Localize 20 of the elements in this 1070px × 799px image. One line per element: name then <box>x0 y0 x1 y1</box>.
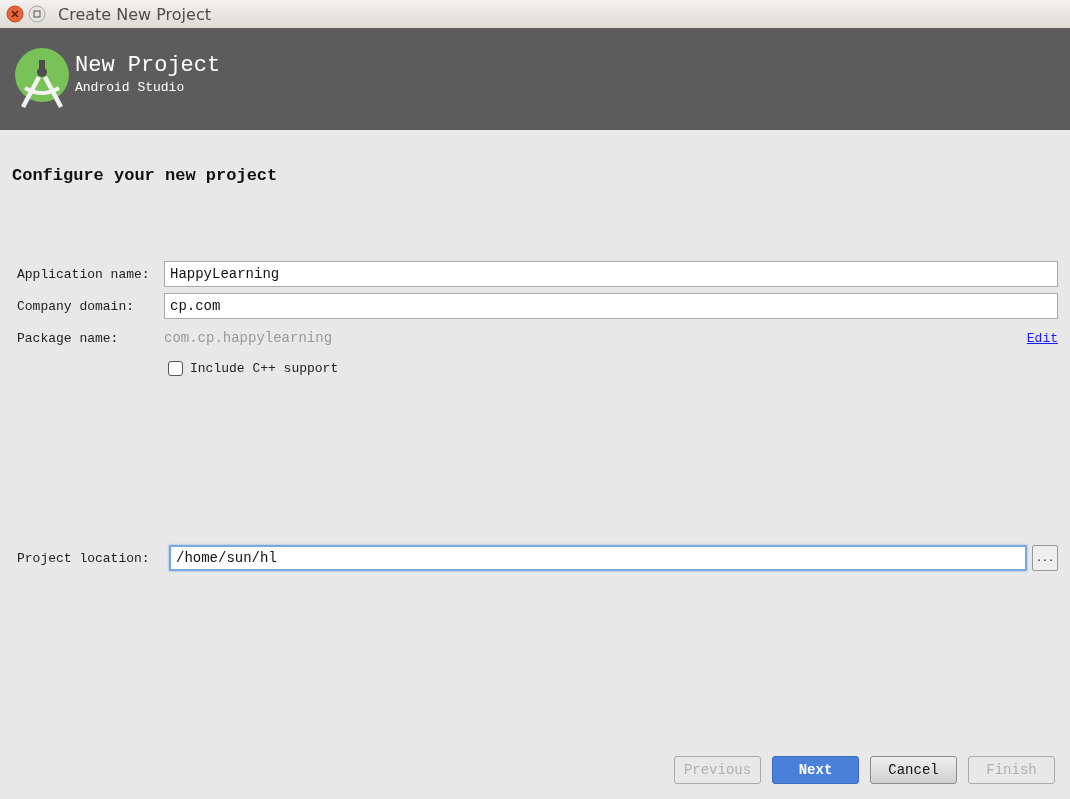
close-icon[interactable] <box>6 5 24 23</box>
header-subtitle: Android Studio <box>75 80 186 95</box>
next-button[interactable]: Next <box>772 756 859 784</box>
window-title: Create New Project <box>58 4 211 24</box>
compass-logo-icon <box>15 48 69 110</box>
field-label: Project location: <box>17 550 151 566</box>
field-label: Package name: <box>17 330 120 346</box>
field-label: Application name: <box>17 266 151 282</box>
text-field[interactable]: HappyLearning <box>164 261 1058 287</box>
location-field[interactable]: /home/sun/hl <box>169 545 1027 571</box>
edit-link[interactable]: Edit <box>1026 330 1058 346</box>
page-heading: Configure your new project <box>12 166 279 185</box>
checkbox-label: Include C++ support <box>190 360 339 376</box>
browse-button[interactable]: ... <box>1032 545 1058 571</box>
dialog-button[interactable]: Cancel <box>870 756 957 784</box>
field-label: Company domain: <box>17 298 136 314</box>
header-title: New Project <box>75 53 221 78</box>
checkbox[interactable] <box>168 360 183 376</box>
text-field[interactable]: cp.com <box>164 293 1058 319</box>
package-name-text: com.cp.happylearning <box>164 330 334 346</box>
